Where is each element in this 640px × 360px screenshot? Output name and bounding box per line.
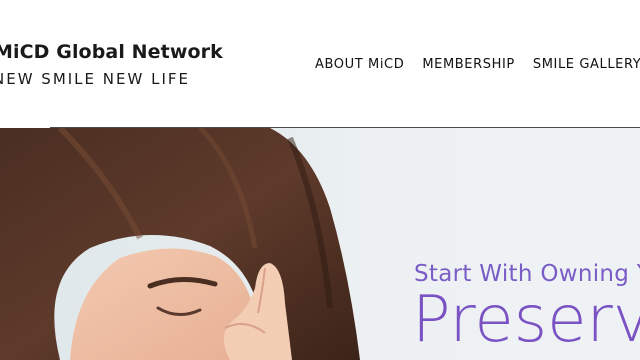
nav-item-membership[interactable]: MEMBERSHIP	[422, 57, 515, 72]
hero-title: Preserve	[412, 283, 640, 357]
nav-item-about[interactable]: ABOUT MiCD	[315, 57, 404, 72]
main-nav: ABOUT MiCD MEMBERSHIP SMILE GALLERY	[315, 57, 640, 72]
hero-photo-woman-smiling	[0, 128, 360, 360]
brand-tagline: NEW SMILE NEW LIFE	[0, 70, 190, 88]
brand-name[interactable]: MiCD Global Network	[0, 41, 223, 63]
hero-banner: Start With Owning Your Smile Preserve	[0, 128, 640, 360]
site-header: MiCD Global Network NEW SMILE NEW LIFE A…	[0, 0, 640, 127]
nav-item-smile-gallery[interactable]: SMILE GALLERY	[533, 57, 640, 72]
